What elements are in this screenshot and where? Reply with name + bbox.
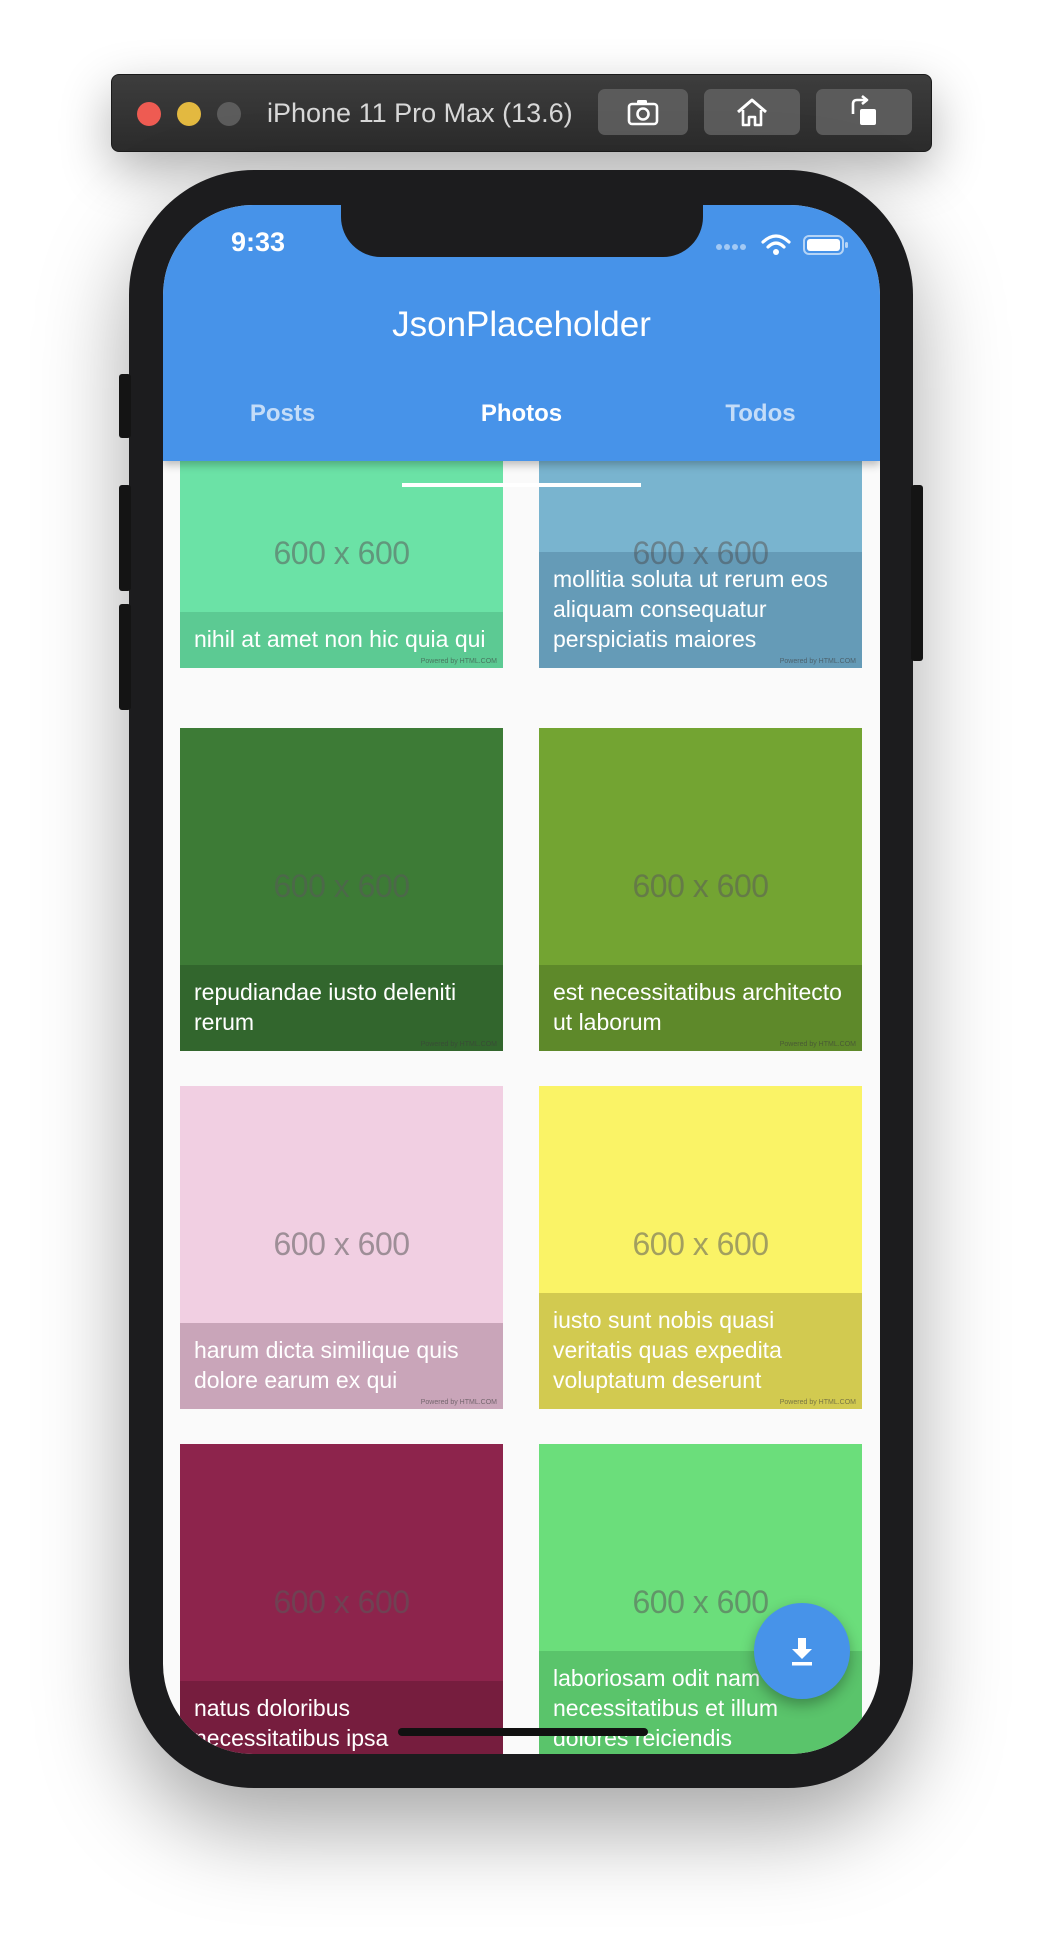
placeholder-text: 600 x 600 bbox=[273, 1584, 410, 1620]
powered-by-text: Powered by HTML.COM bbox=[779, 658, 856, 665]
photo-tile[interactable]: 600 x 600 repudiandae iusto deleniti rer… bbox=[180, 728, 503, 1051]
window-close-button[interactable] bbox=[137, 102, 161, 126]
home-indicator[interactable] bbox=[398, 1728, 648, 1736]
photo-caption: iusto sunt nobis quasi veritatis quas ex… bbox=[539, 1293, 862, 1409]
placeholder-text: 600 x 600 bbox=[273, 1226, 410, 1262]
tab-bar: Posts Photos Todos bbox=[163, 393, 880, 487]
placeholder-text: 600 x 600 bbox=[632, 1226, 769, 1262]
placeholder-text: 600 x 600 bbox=[273, 868, 410, 904]
status-icons bbox=[715, 233, 849, 257]
simulator-title: iPhone 11 Pro Max (13.6) bbox=[267, 98, 573, 128]
battery-icon bbox=[803, 235, 848, 255]
photo-tile[interactable]: 600 x 600 iusto sunt nobis quasi veritat… bbox=[539, 1086, 862, 1409]
app-title: JsonPlaceholder bbox=[392, 305, 651, 344]
window-zoom-button[interactable] bbox=[217, 102, 241, 126]
device-screen: 600 x 600 nihil at amet non hic quia qui… bbox=[163, 205, 880, 1754]
wifi-icon bbox=[761, 234, 791, 255]
rotate-button[interactable] bbox=[816, 89, 912, 135]
status-time: 9:33 bbox=[231, 227, 286, 257]
powered-by-text: Powered by HTML.COM bbox=[779, 1041, 856, 1048]
download-icon bbox=[792, 1638, 812, 1666]
notch bbox=[341, 205, 703, 257]
photo-caption: natus doloribus necessitatibus ipsa bbox=[180, 1681, 503, 1754]
screenshot-button[interactable] bbox=[598, 89, 688, 135]
photo-caption: mollitia soluta ut rerum eos aliquam con… bbox=[539, 552, 862, 668]
placeholder-text: 600 x 600 bbox=[632, 868, 769, 904]
signal-icon bbox=[716, 244, 746, 250]
home-icon bbox=[737, 98, 767, 127]
window-minimize-button[interactable] bbox=[177, 102, 201, 126]
camera-icon bbox=[627, 100, 659, 126]
tab-todos[interactable]: Todos bbox=[641, 393, 880, 461]
download-button[interactable] bbox=[754, 1603, 850, 1699]
volume-up-button bbox=[119, 485, 131, 591]
rotate-icon bbox=[851, 94, 876, 125]
tab-posts[interactable]: Posts bbox=[163, 393, 402, 461]
volume-down-button bbox=[119, 604, 131, 710]
photo-caption: est necessitatibus architecto ut laborum bbox=[539, 965, 862, 1051]
powered-by-text: Powered by HTML.COM bbox=[779, 1399, 856, 1406]
silent-switch bbox=[119, 374, 131, 438]
photo-tile[interactable]: 600 x 600 harum dicta similique quis dol… bbox=[180, 1086, 503, 1409]
photo-tile[interactable]: 600 x 600 laboriosam odit nam necessitat… bbox=[539, 1444, 862, 1754]
powered-by-text: Powered by HTML.COM bbox=[420, 1041, 497, 1048]
powered-by-text: Powered by HTML.COM bbox=[420, 1399, 497, 1406]
photo-tile[interactable]: 600 x 600 natus doloribus necessitatibus… bbox=[180, 1444, 503, 1754]
tab-photos[interactable]: Photos bbox=[402, 393, 641, 487]
placeholder-text: 600 x 600 bbox=[273, 535, 410, 571]
photo-tile[interactable]: 600 x 600 est necessitatibus architecto … bbox=[539, 728, 862, 1051]
powered-by-text: Powered by HTML.COM bbox=[420, 658, 497, 665]
photo-caption: harum dicta similique quis dolore earum … bbox=[180, 1323, 503, 1409]
simulator-toolbar: iPhone 11 Pro Max (13.6) bbox=[111, 74, 932, 152]
photo-caption: repudiandae iusto deleniti rerum bbox=[180, 965, 503, 1051]
home-button[interactable] bbox=[704, 89, 800, 135]
power-button bbox=[911, 485, 923, 661]
